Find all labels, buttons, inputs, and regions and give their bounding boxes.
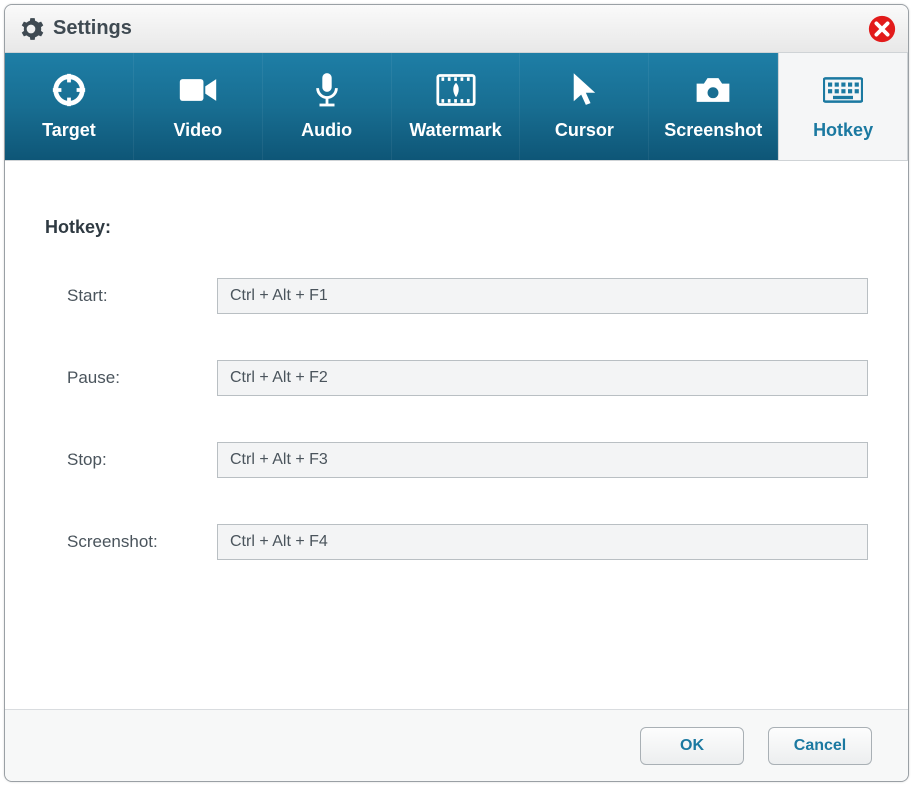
camera-icon (693, 72, 733, 108)
microphone-icon (307, 72, 347, 108)
tab-label: Watermark (409, 120, 501, 141)
ok-button[interactable]: OK (640, 727, 744, 765)
keyboard-icon (823, 72, 863, 108)
tab-label: Target (42, 120, 96, 141)
watermark-icon (436, 72, 476, 108)
tab-target[interactable]: Target (5, 53, 134, 160)
tabstrip: Target Video Audio (5, 53, 908, 161)
tab-watermark[interactable]: Watermark (392, 53, 521, 160)
tab-label: Hotkey (813, 120, 873, 141)
gear-icon (17, 15, 45, 43)
hotkey-input-start[interactable] (217, 278, 868, 314)
titlebar: Settings (5, 5, 908, 53)
hotkey-label-start: Start: (67, 286, 217, 306)
tab-hotkey[interactable]: Hotkey (778, 53, 908, 160)
tab-screenshot[interactable]: Screenshot (649, 53, 778, 160)
hotkey-label-stop: Stop: (67, 450, 217, 470)
video-icon (178, 72, 218, 108)
hotkey-input-stop[interactable] (217, 442, 868, 478)
hotkey-input-pause[interactable] (217, 360, 868, 396)
tab-label: Screenshot (664, 120, 762, 141)
footer: OK Cancel (5, 709, 908, 781)
settings-window: Settings Target (4, 4, 909, 782)
window-title: Settings (53, 17, 132, 40)
section-title: Hotkey: (45, 217, 868, 238)
tab-cursor[interactable]: Cursor (520, 53, 649, 160)
hotkey-label-pause: Pause: (67, 368, 217, 388)
tab-label: Video (173, 120, 222, 141)
tab-audio[interactable]: Audio (263, 53, 392, 160)
hotkey-input-screenshot[interactable] (217, 524, 868, 560)
hotkey-label-screenshot: Screenshot: (67, 532, 217, 552)
hotkey-panel: Hotkey: Start: Pause: Stop: Screenshot: (5, 161, 908, 709)
hotkey-row-screenshot: Screenshot: (45, 524, 868, 560)
tab-label: Cursor (555, 120, 614, 141)
cancel-button[interactable]: Cancel (768, 727, 872, 765)
tab-video[interactable]: Video (134, 53, 263, 160)
hotkey-row-pause: Pause: (45, 360, 868, 396)
hotkey-row-start: Start: (45, 278, 868, 314)
tab-label: Audio (301, 120, 352, 141)
close-icon (867, 14, 897, 44)
cursor-icon (564, 72, 604, 108)
hotkey-row-stop: Stop: (45, 442, 868, 478)
target-icon (49, 72, 89, 108)
close-button[interactable] (866, 13, 898, 45)
